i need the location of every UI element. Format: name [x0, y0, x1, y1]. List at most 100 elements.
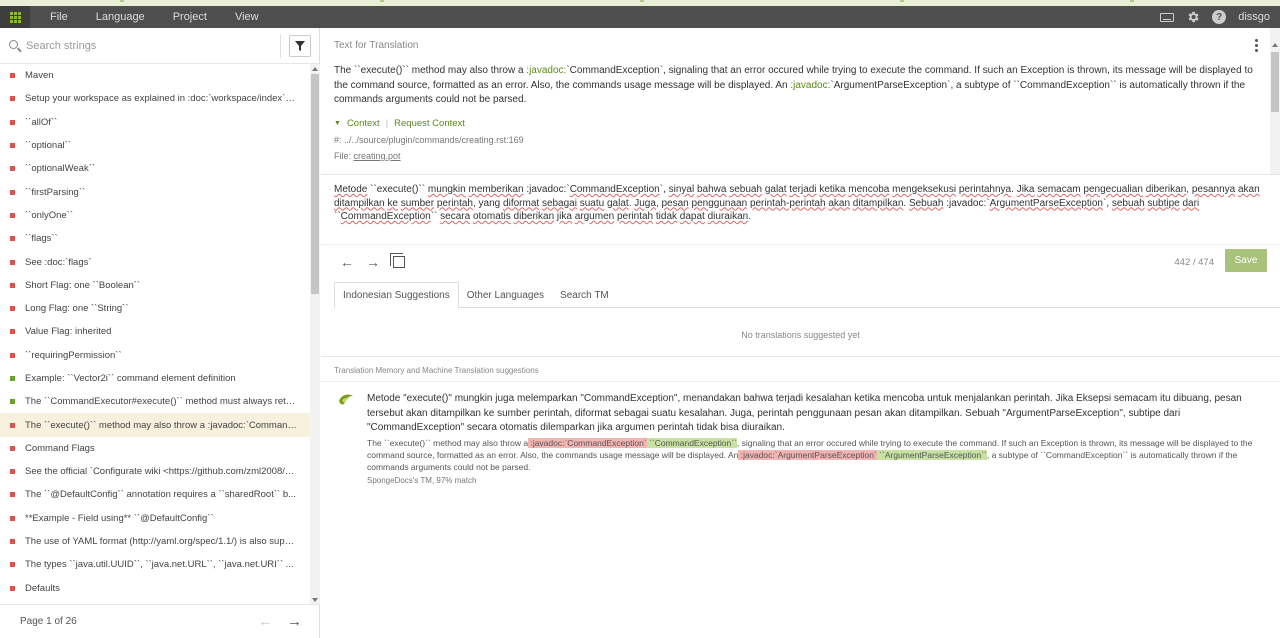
suggestion-text[interactable]: Metode "execute()" mungkin juga melempar…	[367, 392, 1267, 436]
sidebar-scrollbar[interactable]	[310, 64, 320, 604]
list-item[interactable]: Example: ``Vector2i`` command element de…	[0, 367, 310, 390]
spellcheck-word: CommandException	[340, 211, 431, 222]
list-item[interactable]: See the official `Configurate wiki <http…	[0, 460, 310, 483]
tab-other-languages[interactable]: Other Languages	[459, 282, 552, 308]
scroll-down-icon[interactable]	[312, 598, 318, 602]
list-item-text: ``requiringPermission``	[25, 349, 122, 361]
status-dot-icon	[10, 96, 15, 102]
scroll-up-icon[interactable]	[312, 67, 318, 71]
status-dot-icon	[10, 306, 15, 312]
list-item-text: The ``CommandExecutor#execute()`` method…	[25, 396, 297, 408]
list-item[interactable]: The ``CommandExecutor#execute()`` method…	[0, 390, 310, 413]
list-item[interactable]: ``optionalWeak``	[0, 157, 310, 180]
spellcheck-word: subtipe	[1147, 197, 1180, 209]
spellcheck-word: penggunaan	[691, 197, 748, 209]
tab-search-tm[interactable]: Search TM	[552, 282, 617, 308]
gear-icon[interactable]	[1186, 10, 1200, 24]
spellcheck-word: diformat	[503, 197, 540, 209]
spellcheck-word: galat	[607, 197, 629, 209]
list-item[interactable]: The types ``java.util.UUID``, ``java.net…	[0, 553, 310, 576]
divider	[321, 381, 1280, 382]
previous-string-icon[interactable]: ←	[339, 254, 355, 270]
list-item-text: See :doc:`flags`	[25, 256, 92, 268]
list-item[interactable]: Maven	[0, 64, 310, 87]
spellcheck-word: ketika	[819, 184, 846, 195]
status-dot-icon	[10, 445, 15, 451]
list-item[interactable]: ``firstParsing``	[0, 180, 310, 203]
list-item[interactable]: Value Flag: inherited	[0, 320, 310, 343]
diff-removed: :javadoc:`ArgumentParseException`	[738, 450, 877, 460]
menu-file[interactable]: File	[36, 11, 82, 23]
list-item[interactable]: The ``@DefaultConfig`` annotation requir…	[0, 483, 310, 506]
list-item[interactable]: The use of YAML format (http://yaml.org/…	[0, 530, 310, 553]
next-string-icon[interactable]: →	[365, 254, 381, 270]
more-options-icon[interactable]	[1255, 39, 1258, 52]
menu-view[interactable]: View	[221, 11, 273, 23]
status-dot-icon	[10, 73, 15, 79]
scroll-up-icon[interactable]	[1272, 43, 1278, 47]
spellcheck-word: secara	[440, 211, 471, 222]
app-menu-button[interactable]	[0, 6, 30, 28]
menu-language[interactable]: Language	[82, 11, 159, 23]
filter-button[interactable]	[289, 34, 311, 57]
status-dot-icon	[10, 236, 15, 242]
diff-added: ``CommandException``	[646, 438, 737, 448]
list-item[interactable]: ``optional``	[0, 134, 310, 157]
suggestion-meta: SpongeDocs's TM, 97% match	[367, 476, 477, 485]
scroll-thumb[interactable]	[1271, 52, 1279, 112]
list-item[interactable]: Command Flags	[0, 437, 310, 460]
divider	[321, 356, 1280, 357]
status-dot-icon	[10, 143, 15, 149]
expand-triangle-icon[interactable]: ▼	[334, 120, 341, 127]
status-dot-icon	[10, 492, 15, 498]
tm-source-icon	[339, 394, 353, 405]
context-row: ▼ Context | Request Context	[334, 118, 465, 129]
spellcheck-word: pesan	[661, 197, 689, 209]
list-item[interactable]: See :doc:`flags`	[0, 250, 310, 273]
tm-section-label: Translation Memory and Machine Translati…	[334, 366, 539, 375]
request-context-link[interactable]: Request Context	[394, 118, 465, 129]
search-input[interactable]	[26, 32, 280, 59]
save-button[interactable]: Save	[1225, 249, 1267, 272]
list-item[interactable]: ``requiringPermission``	[0, 344, 310, 367]
menu-project[interactable]: Project	[159, 11, 221, 23]
list-item[interactable]: ``flags``	[0, 227, 310, 250]
list-item-text: See the official `Configurate wiki <http…	[25, 466, 297, 478]
spellcheck-word: mencoba	[848, 184, 890, 195]
status-dot-icon	[10, 469, 15, 475]
list-item[interactable]: Setup your workspace as explained in :do…	[0, 87, 310, 110]
source-header: Text for Translation	[321, 28, 1280, 62]
source-text: The ``execute()`` method may also throw …	[334, 64, 1269, 108]
spellcheck-word: Sebuah	[908, 197, 944, 209]
source-location: #: ../../source/plugin/commands/creating…	[334, 135, 524, 145]
list-item[interactable]: **Example - Field using** ``@DefaultConf…	[0, 507, 310, 530]
status-dot-icon	[10, 585, 15, 591]
suggestion-source-diff: The ``execute()`` method may also throw …	[367, 437, 1267, 473]
translation-editor[interactable]: Metode ``execute()`` mungkin memberikan …	[334, 183, 1269, 224]
menubar: File Language Project View ? dissgo	[0, 6, 1280, 28]
spellcheck-word: galat	[764, 184, 787, 195]
divider	[321, 174, 1280, 175]
list-item[interactable]: ``allOf``	[0, 111, 310, 134]
copy-source-button[interactable]	[390, 253, 407, 270]
help-icon[interactable]: ?	[1212, 10, 1227, 24]
file-link[interactable]: creating.pot	[354, 151, 401, 161]
next-page-icon[interactable]: →	[287, 613, 302, 630]
user-name[interactable]: dissgo	[1238, 11, 1270, 23]
spellcheck-word: Juga	[634, 197, 656, 209]
editor-pane: Text for Translation The ``execute()`` m…	[321, 28, 1280, 638]
target-fragment: ``	[430, 211, 441, 222]
list-item[interactable]: Short Flag: one ``Boolean``	[0, 274, 310, 297]
tab-indonesian-suggestions[interactable]: Indonesian Suggestions	[334, 282, 459, 309]
keyboard-icon[interactable]	[1160, 12, 1175, 22]
context-toggle[interactable]: Context	[347, 118, 380, 129]
list-item[interactable]: ``onlyOne``	[0, 204, 310, 227]
source-scrollbar[interactable]	[1270, 28, 1280, 174]
prev-page-icon[interactable]: ←	[258, 613, 273, 630]
grid-icon	[9, 11, 21, 23]
list-item[interactable]: Long Flag: one ``String``	[0, 297, 310, 320]
list-item[interactable]: Defaults	[0, 577, 310, 600]
spellcheck-word: perintah	[616, 211, 654, 222]
scroll-thumb[interactable]	[311, 74, 319, 294]
list-item[interactable]: The ``execute()`` method may also throw …	[0, 413, 310, 437]
